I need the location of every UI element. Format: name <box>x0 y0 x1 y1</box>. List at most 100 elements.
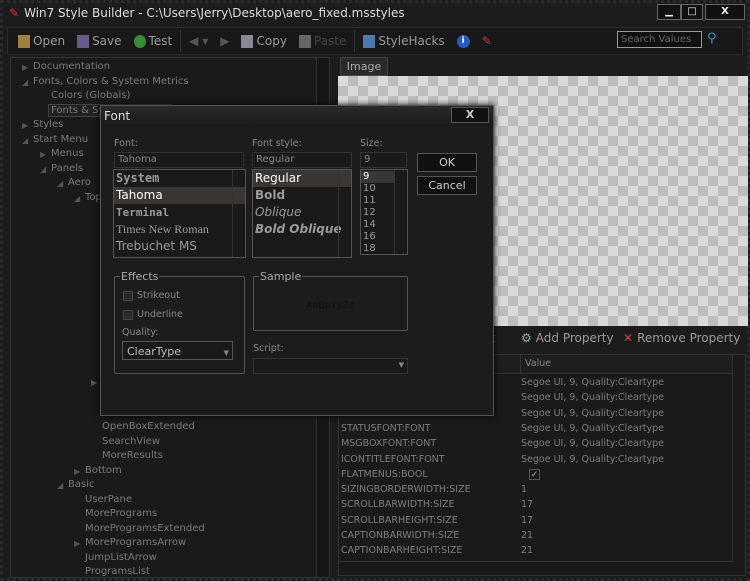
strikeout-checkbox[interactable] <box>123 291 133 301</box>
font-option-selected[interactable]: Tahoma <box>114 187 245 204</box>
dialog-close-button[interactable]: X <box>451 107 489 123</box>
paste-label: Paste <box>313 34 347 48</box>
search-input[interactable]: Search Values <box>617 31 702 48</box>
underline-checkbox[interactable] <box>123 310 133 320</box>
tree-item[interactable]: Styles <box>33 119 63 130</box>
table-row[interactable]: CAPTIONBARWIDTH:SIZE 21 <box>341 530 721 545</box>
table-row[interactable]: CAPTIONBARHEIGHT:SIZE 21 <box>341 545 721 560</box>
maximize-button[interactable]: □ <box>681 4 703 20</box>
style-list-scrollbar[interactable] <box>338 170 351 257</box>
open-button[interactable]: Open <box>14 34 69 48</box>
font-option[interactable]: Terminal <box>114 204 245 221</box>
table-row[interactable]: SIZINGBORDERWIDTH:SIZE 1 <box>341 484 721 499</box>
quality-select[interactable]: ClearType ▼ <box>122 341 233 360</box>
font-list[interactable]: System Tahoma Terminal Times New Roman T… <box>113 169 246 258</box>
tree-item[interactable]: OpenBoxExtended <box>102 421 195 432</box>
expand-arrow-icon[interactable]: ▶ <box>22 121 28 130</box>
redo-button[interactable]: ▶ <box>216 34 233 48</box>
collapse-arrow-icon[interactable]: ◢ <box>22 78 28 87</box>
search-icon[interactable]: ⚲ <box>707 31 717 46</box>
size-list-scrollbar[interactable] <box>394 170 407 254</box>
tree-item[interactable]: MoreProgramsExtended <box>85 523 205 534</box>
collapse-arrow-icon[interactable]: ◢ <box>57 481 63 490</box>
collapse-arrow-icon[interactable]: ◢ <box>57 179 63 188</box>
tree-item[interactable]: UserPane <box>85 494 132 505</box>
tree-item[interactable]: ProgramsList <box>85 566 150 577</box>
tree-item[interactable]: SearchView <box>102 436 160 447</box>
tree-item[interactable]: Bottom <box>85 465 122 476</box>
table-row[interactable]: ICONTITLEFONT:FONT Segoe UI, 9, Quality:C… <box>341 454 721 469</box>
style-option-selected[interactable]: Regular <box>253 170 351 187</box>
font-list-scrollbar[interactable] <box>232 170 245 257</box>
download-icon <box>363 34 376 48</box>
stylehacks-button[interactable]: StyleHacks <box>359 34 448 48</box>
collapse-arrow-icon[interactable]: ◢ <box>74 194 80 203</box>
size-option-selected[interactable]: 9 <box>361 171 395 183</box>
table-hscrollbar[interactable] <box>339 561 733 575</box>
style-option[interactable]: Oblique <box>253 204 351 221</box>
tree-item[interactable]: Panels <box>51 163 83 174</box>
collapse-arrow-icon[interactable]: ◢ <box>22 136 28 145</box>
about-button[interactable]: ✎ <box>478 34 496 48</box>
style-option[interactable]: Bold Oblique <box>253 221 351 238</box>
script-select[interactable]: ▼ <box>253 358 408 374</box>
save-button[interactable]: Save <box>73 34 125 48</box>
expand-arrow-icon[interactable]: ▶ <box>40 150 46 159</box>
table-row[interactable]: SCROLLBARWIDTH:SIZE 17 <box>341 499 721 514</box>
tab-image[interactable]: Image <box>340 57 388 76</box>
info-button[interactable]: i <box>453 34 474 48</box>
property-value: 21 <box>521 530 534 541</box>
undo-button[interactable]: ◀ ▾ <box>185 34 212 48</box>
tree-item[interactable]: Start Menu <box>33 134 88 145</box>
ok-button[interactable]: OK <box>417 153 477 172</box>
collapse-arrow-icon[interactable]: ◢ <box>40 165 46 174</box>
table-vscrollbar[interactable] <box>732 355 745 560</box>
checkbox-checked[interactable]: ✓ <box>529 468 540 480</box>
size-list[interactable]: 9 10 11 12 14 16 18 <box>360 169 408 255</box>
table-row[interactable]: FLATMENUS:BOOL ✓ <box>341 468 721 484</box>
table-row[interactable]: STATUSFONT:FONT Segoe UI, 9, Quality:Clea… <box>341 423 721 438</box>
font-option[interactable]: Times New Roman <box>114 221 245 238</box>
size-option[interactable]: 16 <box>361 231 395 243</box>
tree-item[interactable]: MoreProgramsArrow <box>85 537 186 548</box>
cancel-button[interactable]: Cancel <box>417 176 477 195</box>
font-style-list[interactable]: Regular Bold Oblique Bold Oblique <box>252 169 352 258</box>
table-row[interactable]: SCROLLBARHEIGHT:SIZE 17 <box>341 515 721 530</box>
tree-item[interactable]: JumpListArrow <box>85 552 157 563</box>
size-option[interactable]: 10 <box>361 183 395 195</box>
size-option[interactable]: 18 <box>361 243 395 254</box>
expand-arrow-icon[interactable]: ▶ <box>74 539 80 548</box>
expand-arrow-icon[interactable]: ▶ <box>74 467 80 476</box>
test-button[interactable]: Test <box>130 34 177 48</box>
tree-item[interactable]: Basic <box>68 479 94 490</box>
tree-item[interactable]: Fonts, Colors & System Metrics <box>33 76 189 87</box>
remove-property-button[interactable]: ✕ Remove Property <box>623 331 740 345</box>
expand-arrow-icon[interactable]: ▶ <box>22 63 28 72</box>
font-option[interactable]: System <box>114 170 245 187</box>
size-option[interactable]: 12 <box>361 207 395 219</box>
property-value: Segoe UI, 9, Quality:Cleartype <box>521 422 664 434</box>
font-style-input[interactable]: Regular <box>252 152 352 168</box>
value-column-header[interactable]: Value <box>525 358 551 369</box>
tree-item[interactable]: Menus <box>51 148 84 159</box>
property-value: Segoe UI, 9, Quality:Cleartype <box>521 438 664 450</box>
add-property-button[interactable]: ⚙ Add Property <box>521 331 614 345</box>
tree-item[interactable]: Documentation <box>33 61 110 72</box>
size-input[interactable]: 9 <box>360 152 407 168</box>
tree-item[interactable]: Aero <box>68 177 91 188</box>
tree-item[interactable]: Colors (Globals) <box>51 90 130 101</box>
tree-item[interactable]: MorePrograms <box>85 508 157 519</box>
table-row[interactable]: MSGBOXFONT:FONT Segoe UI, 9, Quality:Clea… <box>341 438 721 453</box>
minimize-button[interactable]: ▁ <box>657 4 681 20</box>
window-title: Win7 Style Builder - C:\Users\Jerry\Desk… <box>24 6 405 20</box>
close-button[interactable]: X <box>705 4 745 20</box>
copy-button[interactable]: Copy <box>237 34 290 48</box>
font-option[interactable]: Trebuchet MS <box>114 238 245 255</box>
paste-button[interactable]: Paste <box>295 34 350 48</box>
style-option[interactable]: Bold <box>253 187 351 204</box>
size-option[interactable]: 11 <box>361 195 395 207</box>
expand-arrow-icon[interactable]: ▶ <box>91 378 97 387</box>
font-input[interactable]: Tahoma <box>114 152 244 168</box>
size-option[interactable]: 14 <box>361 219 395 231</box>
tree-item[interactable]: MoreResults <box>102 450 163 461</box>
